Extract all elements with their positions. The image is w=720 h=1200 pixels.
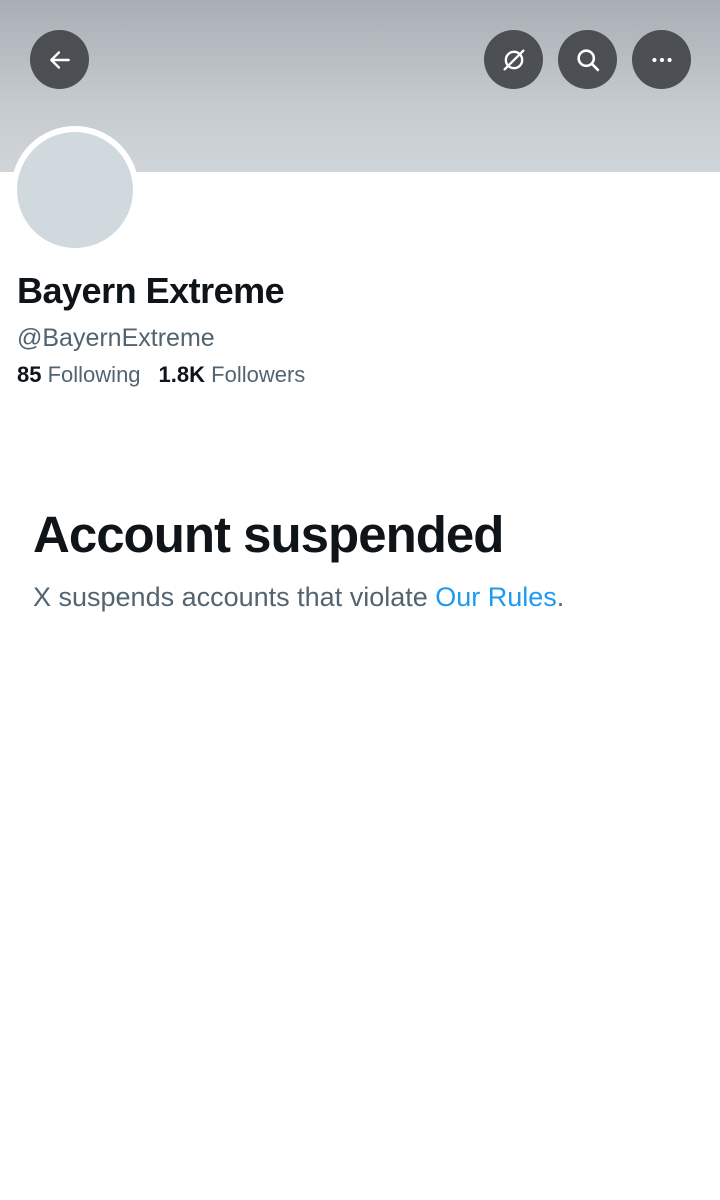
search-button[interactable] [558, 30, 617, 89]
handle: @BayernExtreme [17, 324, 215, 352]
followers-count: 1.8K [158, 362, 206, 387]
more-button[interactable] [632, 30, 691, 89]
profile-stats: 85 Following 1.8K Followers [17, 362, 305, 388]
suspension-message-text: X suspends accounts that violate [33, 582, 436, 612]
grok-icon [503, 49, 524, 71]
suspension-title: Account suspended [33, 506, 504, 563]
followers-link[interactable]: 1.8K Followers [159, 362, 306, 388]
following-label: Following [47, 362, 141, 387]
search-icon [576, 48, 599, 71]
grok-button[interactable] [484, 30, 543, 89]
followers-label: Followers [211, 362, 306, 387]
following-link[interactable]: 85 Following [17, 362, 141, 388]
suspension-message-period: . [556, 582, 565, 612]
profile-page: Bayern Extreme @BayernExtreme 85 Followi… [0, 0, 720, 1200]
more-horizontal-icon [651, 57, 672, 62]
arrow-left-icon [49, 50, 70, 69]
avatar[interactable] [17, 132, 133, 248]
back-button[interactable] [30, 30, 89, 89]
our-rules-link[interactable]: Our Rules [435, 582, 557, 612]
suspension-message: X suspends accounts that violate Our Rul… [33, 582, 564, 613]
following-count: 85 [17, 362, 42, 387]
display-name: Bayern Extreme [17, 270, 285, 311]
